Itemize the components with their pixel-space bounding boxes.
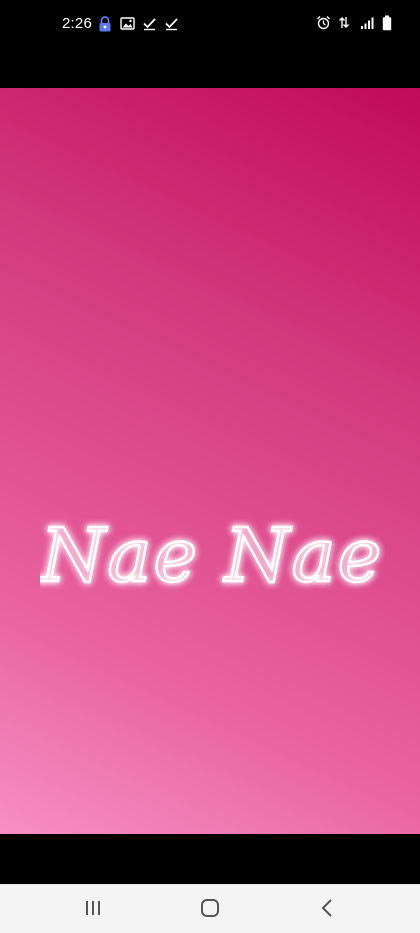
back-button[interactable] — [307, 895, 347, 925]
check-icon — [142, 16, 158, 32]
nae-nae-logo: Nae Nae — [40, 503, 385, 613]
status-time: 2:26 — [62, 15, 92, 32]
alarm-icon — [316, 15, 332, 31]
phone-screen: 2:26 Nae Nae — [0, 0, 420, 933]
image-icon — [120, 16, 136, 32]
home-button[interactable] — [190, 895, 230, 925]
bottom-black-band — [0, 834, 420, 884]
back-icon — [320, 898, 334, 922]
data-transfer-icon — [338, 15, 354, 31]
home-icon — [200, 898, 220, 922]
logo-text: Nae Nae — [40, 513, 383, 599]
recent-apps-button[interactable] — [73, 895, 113, 925]
lock-icon — [98, 15, 114, 32]
recent-apps-icon — [84, 899, 102, 921]
check-icon — [164, 16, 180, 32]
splash-background: Nae Nae — [0, 88, 420, 834]
battery-icon — [382, 15, 398, 31]
status-bar: 2:26 — [0, 0, 420, 52]
status-left: 2:26 — [62, 15, 180, 32]
navigation-bar — [0, 884, 420, 933]
signal-icon — [360, 15, 376, 31]
status-right — [316, 15, 398, 31]
